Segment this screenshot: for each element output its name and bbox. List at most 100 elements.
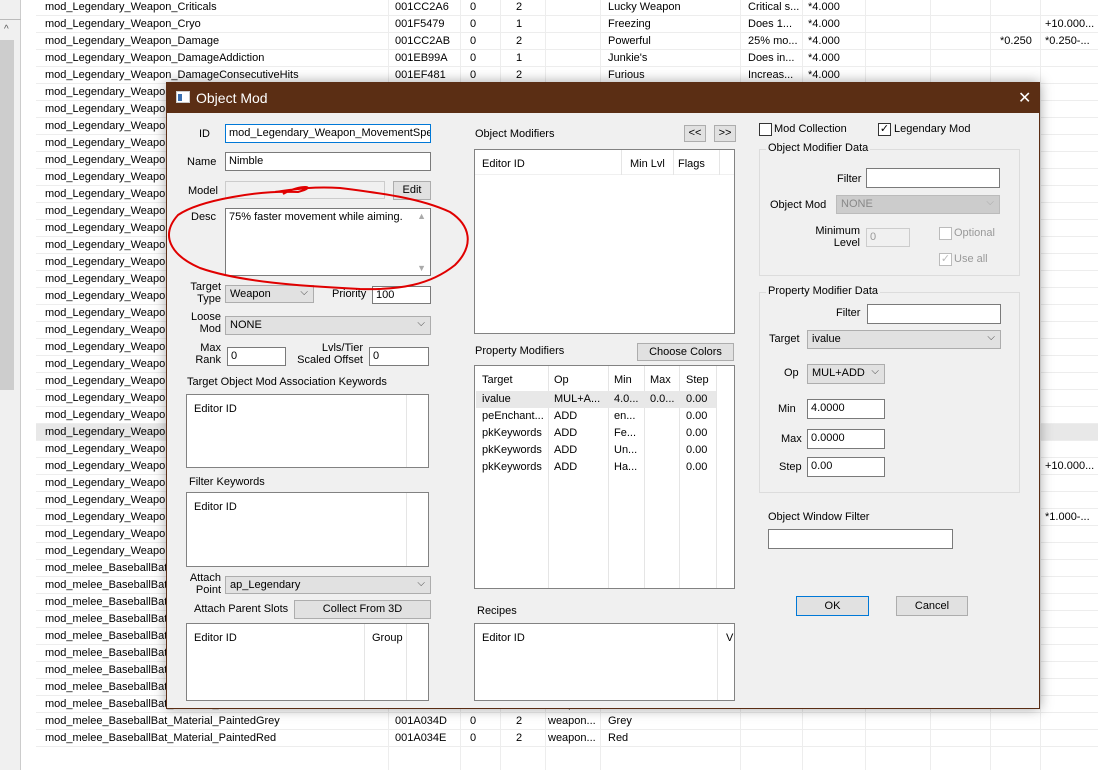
column-header[interactable]: Flags (678, 158, 705, 170)
omd-filter-input[interactable] (866, 168, 1000, 188)
scroll-thumb[interactable] (0, 40, 14, 390)
cell-c2: 1 (516, 18, 523, 30)
name-input[interactable]: Nimble (225, 152, 431, 171)
property-row[interactable]: peEnchant... ADD en... 0.00 (476, 408, 716, 425)
cell-name: mod_Legendary_Weapo (45, 409, 166, 421)
property-cell: Un... (614, 444, 638, 456)
object-mod-dialog: Object Mod ✕ ID mod_Legendary_Weapon_Mov… (166, 82, 1040, 709)
object-modifiers-list[interactable]: Editor ID Min Lvl Flags (474, 149, 735, 334)
cell-c4: Red (608, 732, 629, 744)
list-row[interactable]: mod_Legendary_Weapon_Damage 001CC2AB 0 2 Pow… (36, 33, 1098, 50)
column-header[interactable]: Min Lvl (630, 158, 665, 170)
assoc-keywords-list[interactable]: Editor ID (186, 394, 429, 468)
parent-slots-list[interactable]: Editor ID Group (186, 623, 429, 701)
target-type-select[interactable]: Weapon ⌵ (225, 285, 314, 303)
cell-name: mod_Legendary_Weapo (45, 290, 166, 302)
model-label: Model (188, 185, 218, 197)
scroll-down-icon[interactable]: ▼ (417, 263, 426, 273)
list-row[interactable]: mod_melee_BaseballBat_Material_PaintedRe… (36, 730, 1098, 747)
choose-colors-button[interactable]: Choose Colors (637, 343, 734, 361)
column-header[interactable]: Editor ID (482, 158, 525, 170)
title-bar[interactable]: Object Mod ✕ (167, 83, 1039, 113)
cell-c1: 0 (470, 732, 477, 744)
column-header[interactable]: Min (614, 374, 632, 386)
recipes-list[interactable]: Editor ID V (474, 623, 735, 701)
id-input[interactable]: mod_Legendary_Weapon_MovementSpeed (225, 124, 431, 143)
column-header[interactable]: Editor ID (194, 403, 237, 415)
column-header[interactable]: Group (372, 632, 403, 644)
cell-c8: +10.000... (1045, 18, 1095, 30)
min-input[interactable]: 4.0000 (807, 399, 885, 419)
cell-name: mod_Legendary_Weapo (45, 358, 166, 370)
prev-button[interactable]: << (684, 125, 706, 142)
cancel-button[interactable]: Cancel (896, 596, 968, 616)
mod-collection-checkbox[interactable] (759, 123, 772, 136)
property-modifiers-table[interactable]: Target Op Min Max Step ivalue MUL+A... 4.0… (474, 365, 735, 589)
cell-name: mod_Legendary_Weapo (45, 188, 166, 200)
loose-mod-select[interactable]: NONE ⌵ (225, 316, 431, 335)
column-header[interactable]: Editor ID (194, 501, 237, 513)
cell-name: mod_Legendary_Weapo (45, 545, 166, 557)
scroll-up-icon[interactable]: ▲ (417, 211, 426, 221)
property-row[interactable]: pkKeywords ADD Fe... 0.00 (476, 425, 716, 442)
column-header[interactable]: Op (554, 374, 569, 386)
property-cell: 4.0... (614, 393, 639, 405)
desc-textarea[interactable]: 75% faster movement while aiming. ▲ ▼ (225, 208, 431, 276)
scroll-up-icon[interactable]: ^ (4, 24, 9, 35)
step-input[interactable]: 0.00 (807, 457, 885, 477)
column-header[interactable]: Editor ID (482, 632, 525, 644)
property-cell: 0.0... (650, 393, 675, 405)
use-all-checkbox[interactable]: ✓ (939, 253, 952, 266)
attach-point-select[interactable]: ap_Legendary ⌵ (225, 576, 431, 594)
cell-id: 001EF481 (395, 69, 446, 81)
target-select[interactable]: ivalue ⌵ (807, 330, 1001, 349)
lvls-tier-input[interactable]: 0 (369, 347, 429, 366)
property-cell: ADD (554, 427, 578, 439)
op-select[interactable]: MUL+ADD ⌵ (807, 364, 885, 384)
scrollbar[interactable]: ^ (0, 0, 21, 770)
column-header[interactable]: Max (650, 374, 671, 386)
cell-name: mod_melee_BaseballBat_ (45, 664, 174, 676)
minimum-level-input[interactable]: 0 (866, 228, 910, 247)
property-cell: 0.00 (686, 410, 708, 422)
step-label: Step (779, 461, 802, 473)
property-cell: ADD (554, 410, 578, 422)
legendary-mod-checkbox[interactable]: ✓ (878, 123, 891, 136)
cell-c5: 25% mo... (748, 35, 798, 47)
cell-name: mod_Legendary_Weapo (45, 256, 166, 268)
chevron-down-icon: ⌵ (417, 318, 425, 329)
object-mod-value: NONE (841, 198, 873, 210)
list-row[interactable]: mod_Legendary_Weapon_Criticals 001CC2A6 0 2… (36, 0, 1098, 16)
list-row[interactable]: mod_Legendary_Weapon_DamageAddiction 001E… (36, 50, 1098, 67)
object-window-filter-input[interactable] (768, 529, 953, 549)
list-row[interactable]: mod_Legendary_Weapon_Cryo 001F5479 0 1 Freez… (36, 16, 1098, 33)
edit-button[interactable]: Edit (393, 181, 431, 200)
collect-from-3d-button[interactable]: Collect From 3D (294, 600, 431, 619)
ok-button[interactable]: OK (796, 596, 869, 616)
priority-input[interactable]: 100 (372, 286, 431, 304)
op-label: Op (784, 367, 799, 379)
max-rank-input[interactable]: 0 (227, 347, 286, 366)
property-row[interactable]: pkKeywords ADD Un... 0.00 (476, 442, 716, 459)
optional-label: Optional (954, 227, 995, 239)
model-input[interactable] (225, 181, 385, 199)
column-header[interactable]: Editor ID (194, 632, 237, 644)
cell-c6: *4.000 (808, 52, 840, 64)
column-header[interactable]: V (726, 632, 733, 644)
object-mod-select[interactable]: NONE ⌵ (836, 195, 1000, 214)
property-row[interactable]: pkKeywords ADD Ha... 0.00 (476, 459, 716, 476)
cell-c1: 0 (470, 715, 477, 727)
list-row[interactable]: mod_melee_BaseballBat_Material_PaintedGr… (36, 713, 1098, 730)
column-header[interactable]: Step (686, 374, 709, 386)
dialog-title: Object Mod (196, 90, 268, 106)
close-icon[interactable]: ✕ (1018, 88, 1031, 108)
filter-label: Filter (837, 173, 862, 185)
column-header[interactable]: Target (482, 374, 513, 386)
property-row[interactable]: ivalue MUL+A... 4.0... 0.0... 0.00 (476, 391, 716, 408)
max-input[interactable]: 0.0000 (807, 429, 885, 449)
next-button[interactable]: >> (714, 125, 736, 142)
optional-checkbox[interactable] (939, 227, 952, 240)
pmd-filter-input[interactable] (867, 304, 1001, 324)
filter-keywords-list[interactable]: Editor ID (186, 492, 429, 567)
desc-text: 75% faster movement while aiming. (229, 211, 403, 223)
